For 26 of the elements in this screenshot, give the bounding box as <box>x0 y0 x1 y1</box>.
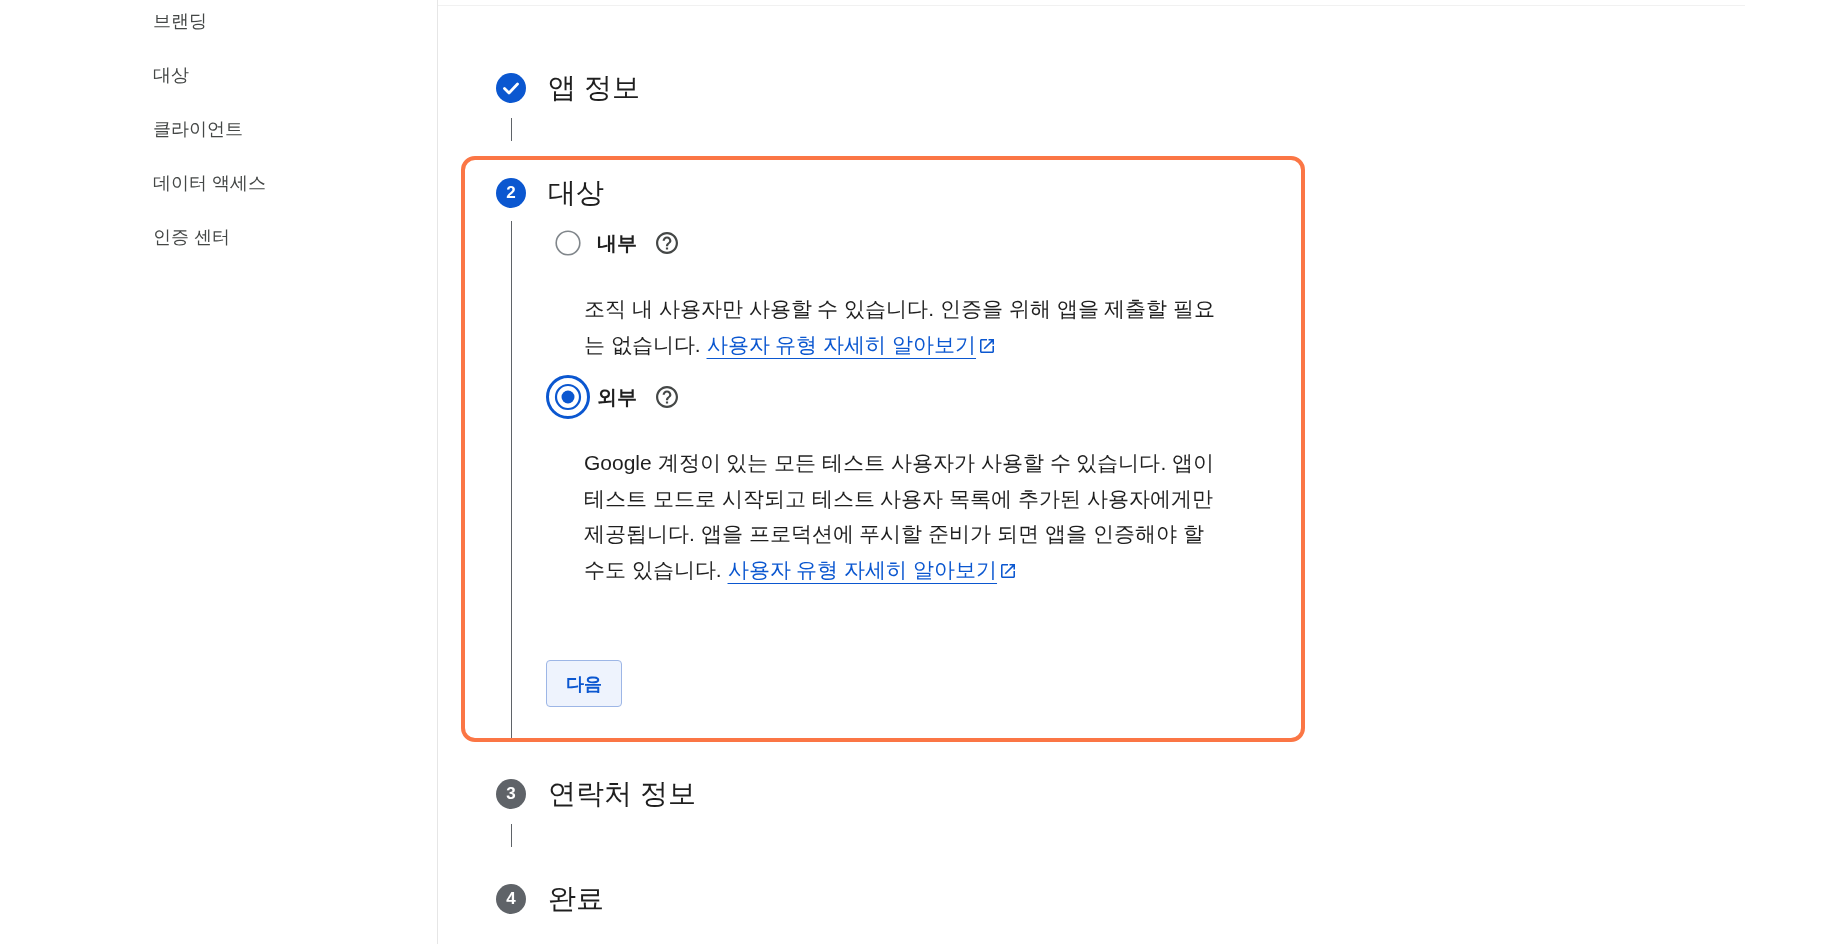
check-circle-icon <box>496 73 526 103</box>
step-number: 2 <box>496 178 526 208</box>
help-icon[interactable] <box>656 232 678 254</box>
option-label: 외부 <box>597 384 637 410</box>
step-title: 앱 정보 <box>548 71 640 105</box>
option-description: 조직 내 사용자만 사용할 수 있습니다. 인증을 위해 앱을 제출할 필요는 없습니다. 사용자 유형 자세히 알아보기 <box>584 296 1217 358</box>
sidebar-item[interactable]: 데이터 액세스 <box>153 171 266 195</box>
next-button[interactable]: 다음 <box>546 660 622 707</box>
radio-button[interactable] <box>546 375 590 419</box>
sidebar-item[interactable]: 대상 <box>153 63 189 87</box>
learn-more-link[interactable]: 사용자 유형 자세히 알아보기 <box>706 332 995 356</box>
step-title: 완료 <box>548 882 604 916</box>
sidebar-item[interactable]: 클라이언트 <box>153 117 243 141</box>
learn-more-link[interactable]: 사용자 유형 자세히 알아보기 <box>727 557 1016 581</box>
sidebar-item[interactable]: 인증 센터 <box>153 225 230 249</box>
step-title: 연락처 정보 <box>548 777 696 811</box>
option-label: 내부 <box>597 230 637 256</box>
external-link-icon <box>980 338 995 353</box>
step-title: 대상 <box>548 176 604 210</box>
step-number: 3 <box>496 779 526 809</box>
step-number: 4 <box>496 884 526 914</box>
sidebar-item[interactable]: 브랜딩 <box>153 9 207 33</box>
radio-button[interactable] <box>555 230 581 256</box>
external-link-icon <box>1001 563 1016 578</box>
option-description: Google 계정이 있는 모든 테스트 사용자가 사용할 수 있습니다. 앱이 테스트 모드로 시작되고 테스트 사용자 목록에 추가된 사용자에게만 제공됩니다. 앱을 프로덕션에 푸시할 준비가 되면 앱을 인증해야 할 수도 있습니다. 사용자 유형 자세히 알아보기 <box>584 450 1216 583</box>
help-icon[interactable] <box>656 386 678 408</box>
